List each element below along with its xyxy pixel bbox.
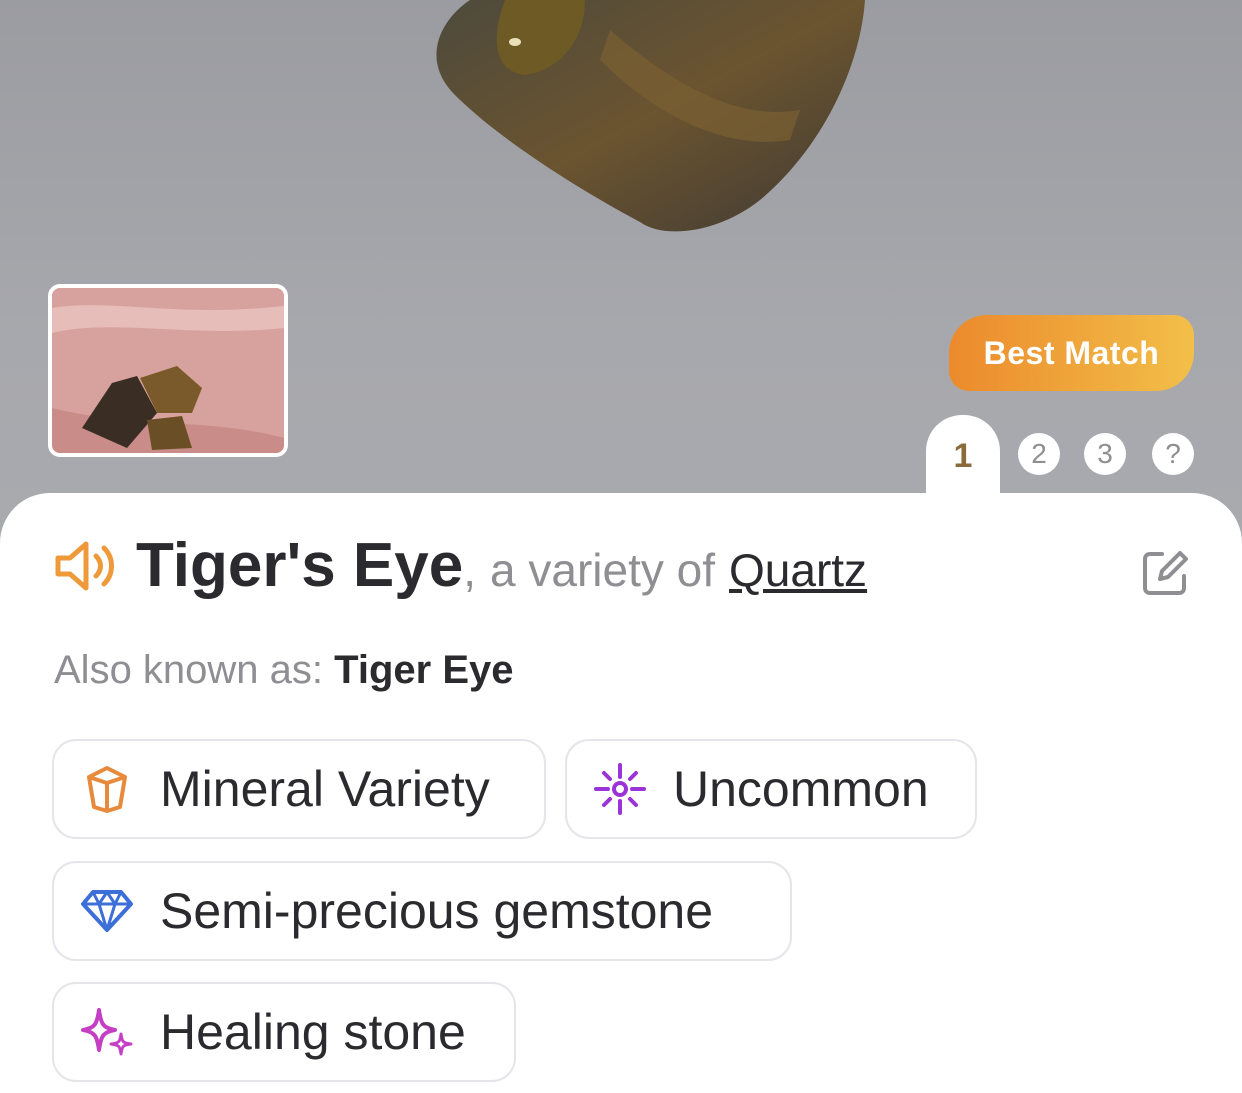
- diamond-icon: [80, 884, 134, 938]
- match-tabs: 1 2 3 ?: [926, 415, 1216, 505]
- speaker-icon[interactable]: [52, 536, 122, 596]
- best-match-badge: Best Match: [949, 315, 1194, 391]
- tab-help[interactable]: ?: [1152, 433, 1194, 475]
- aka-value: Tiger Eye: [334, 648, 514, 692]
- sparkles-icon: [80, 1005, 134, 1059]
- user-photo-thumbnail[interactable]: [48, 284, 288, 457]
- tab-match-3[interactable]: 3: [1084, 433, 1126, 475]
- chip-semi-precious-gemstone[interactable]: Semi-precious gemstone: [52, 861, 792, 961]
- aka-label: Also known as:: [54, 648, 324, 692]
- chip-label: Uncommon: [673, 761, 929, 817]
- chip-uncommon[interactable]: Uncommon: [565, 739, 977, 839]
- result-title: Tiger's Eye , a variety of Quartz: [52, 530, 867, 601]
- thumbnail-image: [52, 288, 284, 453]
- tab-match-1[interactable]: 1: [926, 415, 1000, 505]
- variety-text: a variety of: [490, 544, 716, 596]
- chip-label: Mineral Variety: [160, 761, 490, 817]
- chip-label: Healing stone: [160, 1004, 466, 1060]
- title-separator: ,: [463, 544, 477, 596]
- also-known-as: Also known as: Tiger Eye: [54, 648, 514, 693]
- edit-icon[interactable]: [1140, 546, 1192, 598]
- stone-name: Tiger's Eye: [136, 531, 464, 600]
- chip-mineral-variety[interactable]: Mineral Variety: [52, 739, 546, 839]
- parent-mineral-link[interactable]: Quartz: [729, 543, 867, 597]
- sparkle-burst-icon: [593, 762, 647, 816]
- chip-healing-stone[interactable]: Healing stone: [52, 982, 516, 1082]
- crystal-icon: [80, 762, 134, 816]
- chip-label: Semi-precious gemstone: [160, 883, 714, 939]
- tab-match-2[interactable]: 2: [1018, 433, 1060, 475]
